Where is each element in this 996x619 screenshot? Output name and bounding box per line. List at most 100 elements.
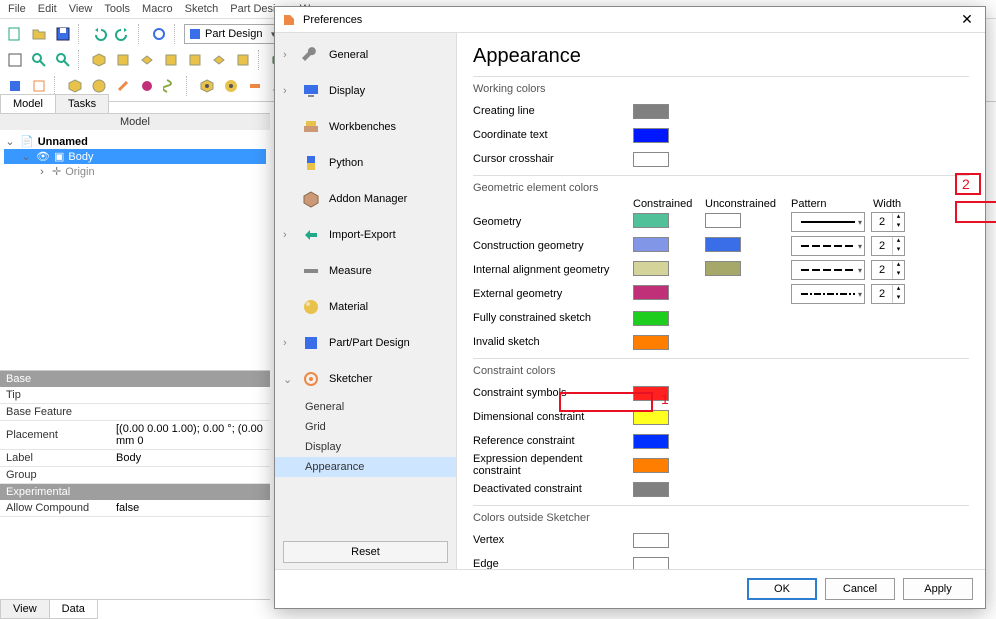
group-constraints: Constraint colors (473, 365, 969, 381)
prop-row[interactable]: Placement[(0.00 0.00 1.00); 0.00 °; (0.0… (0, 421, 270, 450)
color-deact[interactable] (633, 482, 669, 497)
model-tree[interactable]: ⌄📄Unnamed ⌄👁▣Body ›✛Origin (0, 130, 270, 370)
import-icon (301, 225, 321, 245)
rear-icon[interactable] (184, 49, 206, 71)
tree-root[interactable]: ⌄📄Unnamed (4, 134, 266, 149)
nav-material[interactable]: Material (275, 289, 456, 325)
width-construction[interactable]: ▴▾ (871, 236, 905, 256)
workbench-selector[interactable]: Part Design (184, 24, 279, 44)
open-icon[interactable] (28, 23, 50, 45)
nav-sub-appearance[interactable]: Appearance (275, 457, 456, 477)
color-fully[interactable] (633, 311, 669, 326)
menu-sketch[interactable]: Sketch (185, 3, 219, 15)
redo-icon[interactable] (112, 23, 134, 45)
prop-row[interactable]: Tip (0, 387, 270, 404)
pattern-construction[interactable] (791, 236, 865, 256)
menu-tools[interactable]: Tools (104, 3, 130, 15)
nav-measure[interactable]: Measure (275, 253, 456, 289)
wrench-icon (301, 45, 321, 65)
eye-icon: 👁 (36, 150, 50, 163)
color-creating[interactable] (633, 104, 669, 119)
tab-tasks[interactable]: Tasks (55, 94, 109, 113)
color-ref[interactable] (633, 434, 669, 449)
color-geom-u[interactable] (705, 213, 741, 228)
pattern-geometry[interactable] (791, 212, 865, 232)
tree-body[interactable]: ⌄👁▣Body (4, 149, 266, 164)
cancel-button[interactable]: Cancel (825, 578, 895, 600)
pref-nav: ›General ›Display Workbenches Python Add… (275, 33, 457, 569)
menu-macro[interactable]: Macro (142, 3, 173, 15)
menu-file[interactable]: File (8, 3, 26, 15)
left-icon[interactable] (232, 49, 254, 71)
color-geom-c[interactable] (633, 213, 669, 228)
nav-python[interactable]: Python (275, 145, 456, 181)
tree-origin[interactable]: ›✛Origin (4, 164, 266, 179)
width-geometry[interactable]: ▴▾ (871, 212, 905, 232)
bottom-icon[interactable] (208, 49, 230, 71)
nav-partdesign[interactable]: ›Part/Part Design (275, 325, 456, 361)
undo-icon[interactable] (88, 23, 110, 45)
nav-sub-display[interactable]: Display (275, 437, 456, 457)
tab-data[interactable]: Data (49, 600, 98, 619)
tab-view[interactable]: View (0, 600, 50, 619)
prop-row[interactable]: Base Feature (0, 404, 270, 421)
reset-button[interactable]: Reset (283, 541, 448, 563)
pref-footer: OK Cancel Apply (275, 569, 985, 608)
color-int-u[interactable] (705, 261, 741, 276)
apply-button[interactable]: Apply (903, 578, 973, 600)
lbl-invalid: Invalid sketch (473, 336, 633, 348)
document-icon: 📄 (20, 135, 34, 148)
lbl-geometry: Geometry (473, 216, 633, 228)
color-ext[interactable] (633, 285, 669, 300)
nav-sub-general[interactable]: General (275, 397, 456, 417)
zoom-in-icon[interactable] (28, 49, 50, 71)
menu-view[interactable]: View (69, 3, 93, 15)
right-icon[interactable] (160, 49, 182, 71)
nav-sub-grid[interactable]: Grid (275, 417, 456, 437)
hdr-pattern: Pattern (791, 198, 873, 210)
lbl-coord: Coordinate text (473, 129, 633, 141)
nav-workbenches[interactable]: Workbenches (275, 109, 456, 145)
fit-icon[interactable] (4, 49, 26, 71)
ok-button[interactable]: OK (747, 578, 817, 600)
nav-display[interactable]: ›Display (275, 73, 456, 109)
color-constr-u[interactable] (705, 237, 741, 252)
sketcher-icon (301, 369, 321, 389)
iso-icon[interactable] (88, 49, 110, 71)
color-int-c[interactable] (633, 261, 669, 276)
tab-model[interactable]: Model (0, 94, 56, 113)
prop-row[interactable]: Group (0, 467, 270, 484)
refresh-icon[interactable] (148, 23, 170, 45)
color-cursor[interactable] (633, 152, 669, 167)
prop-row[interactable]: LabelBody (0, 450, 270, 467)
color-constr-c[interactable] (633, 237, 669, 252)
color-vertex[interactable] (633, 533, 669, 548)
tree-header: Model (0, 114, 270, 130)
nav-general[interactable]: ›General (275, 37, 456, 73)
front-icon[interactable] (112, 49, 134, 71)
close-icon[interactable]: ✕ (955, 11, 979, 28)
menu-edit[interactable]: Edit (38, 3, 57, 15)
width-internal[interactable]: ▴▾ (871, 260, 905, 280)
workbench-icon (301, 117, 321, 137)
nav-import[interactable]: ›Import-Export (275, 217, 456, 253)
pattern-external[interactable] (791, 284, 865, 304)
pref-titlebar: Preferences ✕ (275, 7, 985, 33)
prop-row[interactable]: Allow Compoundfalse (0, 500, 270, 517)
save-icon[interactable] (52, 23, 74, 45)
color-coord[interactable] (633, 128, 669, 143)
pattern-internal[interactable] (791, 260, 865, 280)
zoom-out-icon[interactable] (52, 49, 74, 71)
new-icon[interactable] (4, 23, 26, 45)
color-dim[interactable] (633, 410, 669, 425)
top-icon[interactable] (136, 49, 158, 71)
color-expr[interactable] (633, 458, 669, 473)
color-edge[interactable] (633, 557, 669, 570)
nav-addon[interactable]: Addon Manager (275, 181, 456, 217)
origin-icon: ✛ (52, 165, 61, 178)
lbl-symbols: Constraint symbols (473, 387, 633, 399)
lbl-creating: Creating line (473, 105, 633, 117)
nav-sketcher[interactable]: ⌄Sketcher (275, 361, 456, 397)
color-invalid[interactable] (633, 335, 669, 350)
width-external[interactable]: ▴▾ (871, 284, 905, 304)
